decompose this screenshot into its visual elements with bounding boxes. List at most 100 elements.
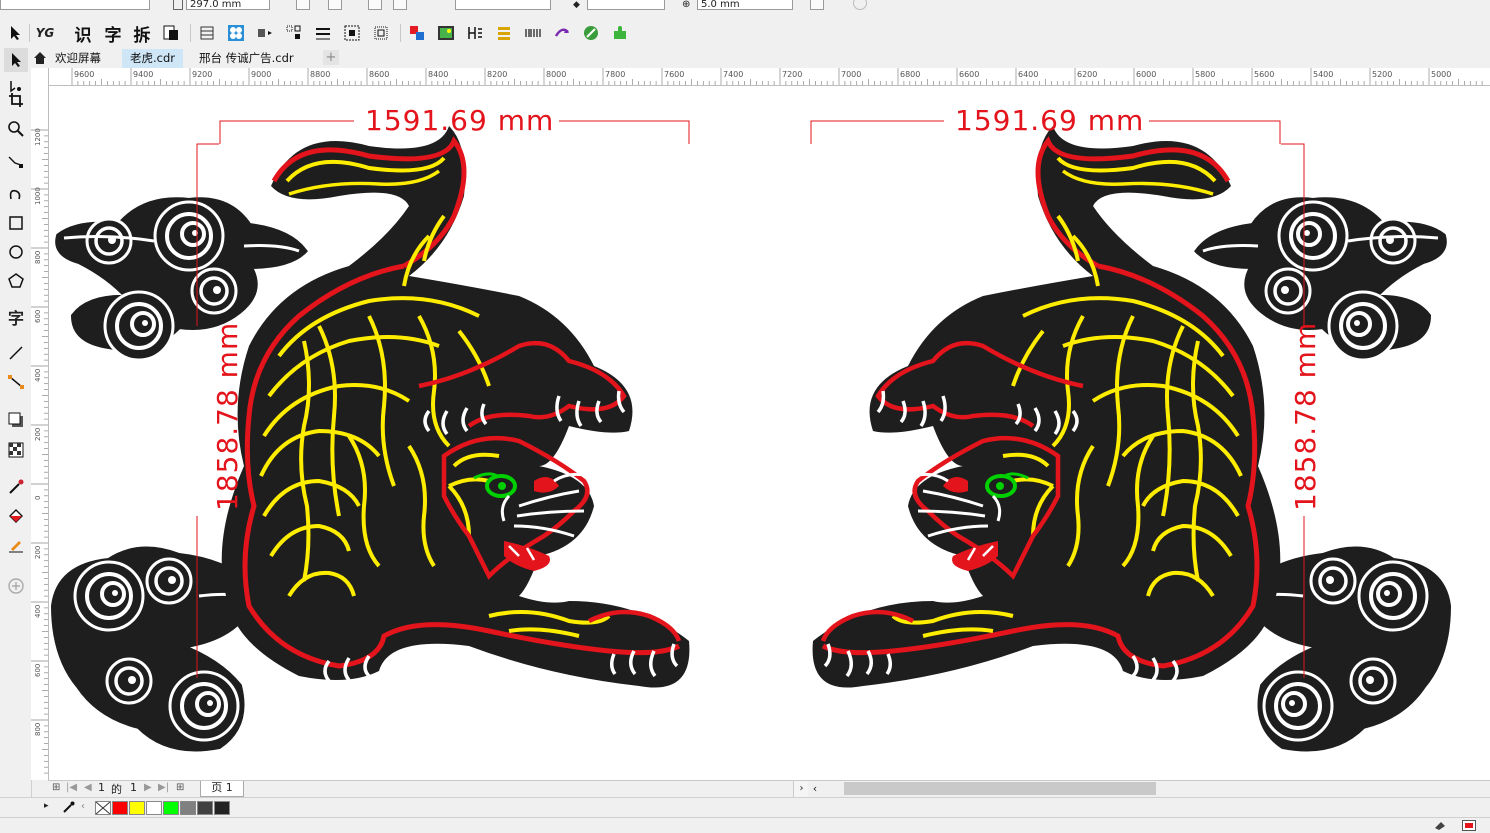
vertical-ruler[interactable]: 1200 1000 800 600 400 200 0 200 400 600 800 — [31, 68, 49, 780]
add-page-before-icon[interactable]: ⊞ — [52, 782, 60, 793]
hruler-label: 7400 — [723, 70, 743, 79]
vertical-ruler-ticks: 1200 1000 800 600 400 200 0 200 400 600 800 — [31, 128, 48, 774]
list-button[interactable] — [493, 22, 515, 44]
options-button[interactable] — [810, 0, 824, 10]
object-height-field[interactable]: 297.0 mm — [186, 0, 270, 10]
color-swatch[interactable] — [146, 801, 162, 815]
nudge-distance-field[interactable] — [587, 0, 665, 10]
landscape-button[interactable] — [328, 0, 342, 10]
no-color-swatch[interactable] — [95, 801, 111, 815]
text-tool[interactable]: 字 — [4, 305, 28, 329]
rectangle-tool[interactable] — [4, 211, 28, 235]
hruler-label: 7000 — [841, 70, 861, 79]
pick-tool-button[interactable] — [4, 22, 26, 44]
puzzle-button[interactable] — [609, 22, 631, 44]
duplicate-distance-field[interactable]: 5.0 mm — [697, 0, 793, 10]
crop-icon — [9, 93, 23, 107]
add-page-after-icon[interactable]: ⊞ — [176, 782, 184, 793]
eyedropper-icon[interactable] — [62, 800, 76, 817]
table-button[interactable] — [196, 22, 218, 44]
pick-tool[interactable] — [4, 48, 28, 72]
previous-page-icon[interactable]: ◀ — [84, 782, 92, 793]
toolbar-separator — [29, 24, 30, 42]
palette-scroll-left-icon[interactable]: ‹ — [81, 801, 85, 812]
info-icon[interactable] — [853, 0, 867, 10]
color-select-button[interactable] — [406, 22, 428, 44]
polygon-tool[interactable] — [4, 269, 28, 293]
yg-plugin-button[interactable]: YG — [34, 22, 56, 44]
next-page-icon[interactable]: ▶ — [144, 782, 152, 793]
first-page-icon[interactable]: |◀ — [66, 782, 77, 793]
page-layout-button[interactable] — [160, 22, 182, 44]
hruler-label: 6600 — [959, 70, 979, 79]
list-icon — [498, 27, 510, 40]
new-tab-icon[interactable]: + — [323, 50, 339, 65]
tab-tiger-cdr[interactable]: 老虎.cdr — [122, 49, 184, 68]
right-tiger-artwork[interactable] — [813, 126, 1448, 749]
page-tab-1[interactable]: 页 1 — [200, 781, 244, 797]
color-swatch[interactable] — [180, 801, 196, 815]
freehand-tool[interactable] — [4, 152, 28, 176]
add-tool-button[interactable] — [4, 574, 28, 598]
color-swatch[interactable] — [197, 801, 213, 815]
outline-indicator-icon[interactable] — [1462, 820, 1476, 831]
color-swatch[interactable] — [163, 801, 179, 815]
drop-shadow-tool[interactable] — [4, 408, 28, 432]
select-all-button[interactable] — [370, 22, 392, 44]
units-select[interactable] — [455, 0, 551, 10]
eyedropper-tool[interactable] — [4, 475, 28, 499]
right-height-dimension[interactable]: 1858.78 mm — [1289, 322, 1322, 511]
right-width-dimension[interactable]: 1591.69 mm — [955, 104, 1144, 137]
horizontal-scrollbar[interactable]: ‹ — [808, 780, 1490, 797]
horizontal-ruler[interactable]: 9600 9400 9200 9000 8800 8600 8400 8200 8000 7800… — [48, 68, 1490, 86]
interactive-fill-tool[interactable] — [4, 504, 28, 528]
left-width-dimension[interactable]: 1591.69 mm — [365, 104, 554, 137]
left-height-dimension[interactable]: 1858.78 mm — [211, 322, 244, 511]
recognize-button[interactable]: 识 — [72, 22, 94, 46]
align-button[interactable] — [254, 22, 276, 44]
drawing-canvas[interactable]: 1591.69 mm 1858.78 mm 1591.69 mm 1858.78… — [49, 86, 1490, 780]
color-swatch[interactable] — [214, 801, 230, 815]
barcode-button[interactable] — [522, 22, 544, 44]
smart-fill-tool[interactable] — [4, 533, 28, 557]
object-name-field[interactable] — [0, 0, 150, 10]
table-icon — [200, 26, 214, 40]
crop-tool[interactable] — [4, 88, 28, 112]
ellipse-tool[interactable] — [4, 240, 28, 264]
bitmap-button[interactable] — [435, 22, 457, 44]
all-pages-button[interactable] — [368, 0, 382, 10]
page-current: 1 — [98, 781, 105, 794]
color-swatch[interactable] — [129, 801, 145, 815]
text-align-button[interactable] — [464, 22, 486, 44]
portrait-button[interactable] — [296, 0, 310, 10]
home-icon[interactable] — [33, 51, 47, 68]
artistic-media-tool[interactable] — [4, 182, 28, 206]
hruler-label: 9200 — [192, 70, 212, 79]
break-apart-button[interactable]: 拆 — [131, 22, 153, 46]
zoom-tool[interactable] — [4, 117, 28, 141]
dimension-tool[interactable] — [4, 341, 28, 365]
convert-button[interactable] — [551, 22, 573, 44]
transparency-tool[interactable] — [4, 438, 28, 462]
pattern-button[interactable] — [225, 22, 247, 44]
group-button[interactable] — [341, 22, 363, 44]
last-page-icon[interactable]: ▶| — [158, 782, 169, 793]
scroll-right-icon[interactable]: › — [793, 781, 809, 797]
hruler-label: 5600 — [1254, 70, 1274, 79]
scroll-left-icon[interactable]: ‹ — [808, 781, 822, 797]
tab-xingtai-cdr[interactable]: 邢台 传诚广告.cdr — [191, 49, 302, 68]
color-swatch[interactable] — [112, 801, 128, 815]
left-tiger-artwork[interactable] — [54, 126, 689, 749]
connector-tool[interactable] — [4, 370, 28, 394]
plugin-button[interactable] — [580, 22, 602, 44]
char-button[interactable]: 字 — [102, 22, 124, 46]
vruler-label: 400 — [34, 605, 42, 618]
lines-button[interactable] — [312, 22, 334, 44]
current-page-button[interactable] — [393, 0, 407, 10]
hruler-label: 5400 — [1313, 70, 1333, 79]
fill-indicator-icon[interactable] — [1433, 820, 1447, 830]
distribute-button[interactable] — [283, 22, 305, 44]
tab-welcome[interactable]: 欢迎屏幕 — [47, 49, 109, 68]
scrollbar-thumb[interactable] — [844, 782, 1156, 795]
palette-expand-icon[interactable]: ▸ — [44, 801, 49, 811]
